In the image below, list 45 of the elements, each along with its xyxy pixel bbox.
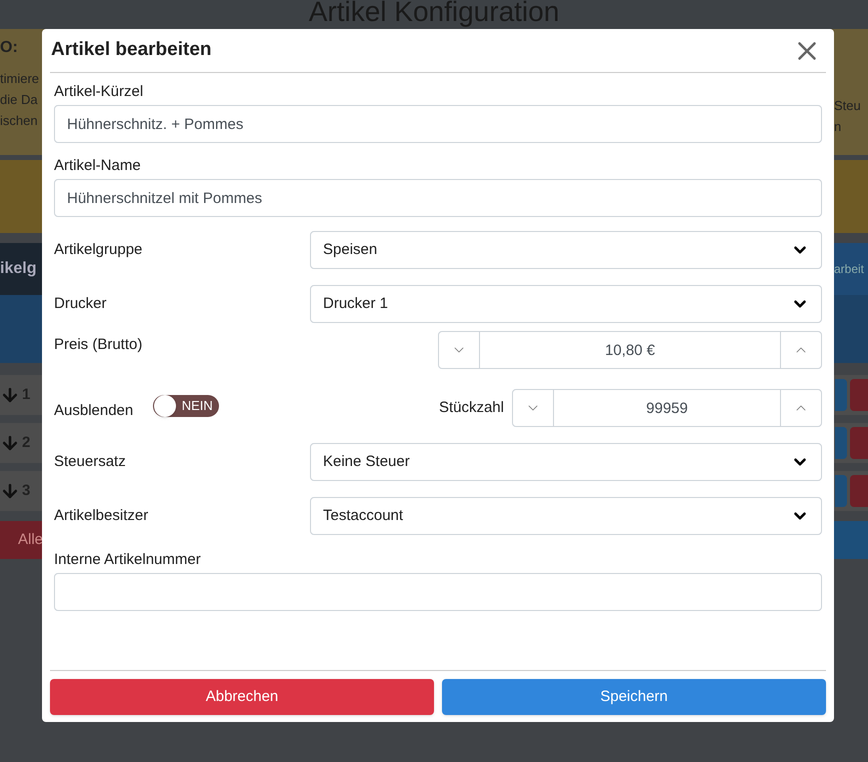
edit-button[interactable] [835,379,847,411]
info-text: timiere [0,70,40,88]
text-field[interactable] [54,573,822,611]
delete-button[interactable] [850,475,868,507]
field-label: Artikelgruppe [54,240,144,260]
text-field[interactable]: Hühnerschnitzel mit Pommes [54,179,822,217]
select-value: Testaccount [323,506,404,526]
increment-button[interactable] [780,331,822,369]
field-label: Stückzahl [438,398,504,418]
toggle-text: NEIN [180,397,214,416]
text-field[interactable]: Hühnerschnitz. + Pommes [54,105,822,143]
info-text: Steu [834,97,862,115]
cancel-button[interactable]: Abbrechen [50,679,434,715]
info-text: n [834,118,842,136]
select-field[interactable]: Testaccount [310,497,822,535]
field-label: Artikel-Name [54,157,141,174]
field-label: Ausblenden [54,400,134,421]
increment-button[interactable] [780,389,822,427]
delete-button[interactable] [850,379,868,411]
save-button[interactable]: Speichern [442,679,826,715]
select-field[interactable]: Keine Steuer [310,443,822,481]
field-label: Drucker [54,294,108,314]
delete-button[interactable] [850,427,868,459]
number-field[interactable]: 99959 [554,389,780,427]
info-text: O: [0,39,19,57]
select-value: Speisen [323,240,378,260]
select-field[interactable]: Drucker 1 [310,285,822,323]
info-text: ischen [0,112,39,130]
edit-button[interactable]: arbeit [834,243,868,295]
select-value: Keine Steuer [323,452,410,472]
decrement-button[interactable] [438,331,480,369]
info-text: die Da [0,91,39,109]
toggle-knob [154,395,176,417]
field-label: Preis (Brutto) [54,335,144,355]
field-label: Artikel-Kürzel [54,83,144,100]
edit-button[interactable] [835,475,847,507]
select-field[interactable]: Speisen [310,231,822,269]
tab-label[interactable]: ikelg [0,257,36,281]
number-field[interactable]: 10,80 € [480,331,780,369]
edit-button[interactable] [835,427,847,459]
field-label: Steuersatz [54,452,127,472]
select-value: Drucker 1 [323,294,388,314]
decrement-button[interactable] [512,389,554,427]
toggle-switch[interactable]: NEIN [153,395,220,417]
dialog-title: Artikel bearbeiten [50,38,212,62]
